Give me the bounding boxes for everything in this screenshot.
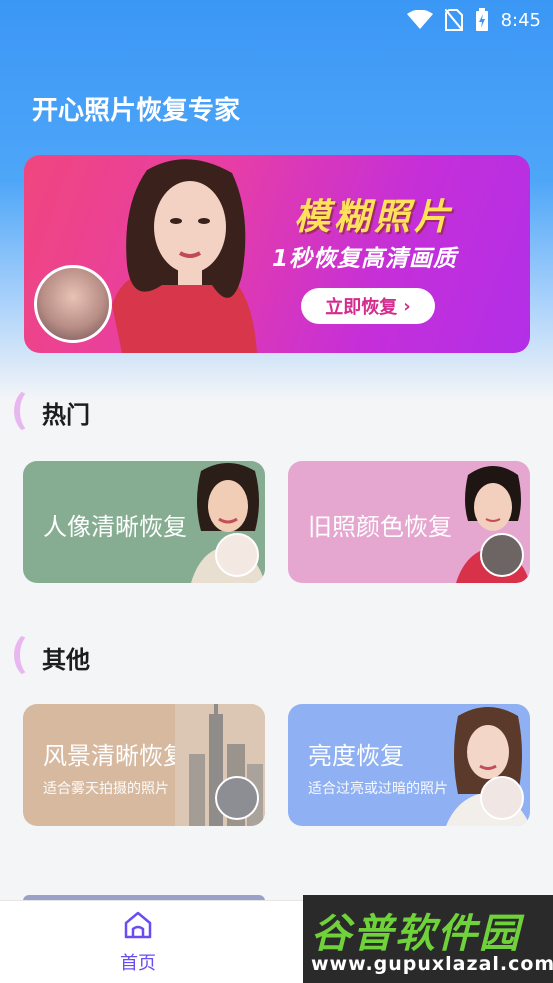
- blurred-face-thumbnail: [34, 265, 112, 343]
- restore-now-button[interactable]: 立即恢复 ›: [301, 288, 435, 324]
- card-title: 人像清晰恢复: [43, 513, 187, 541]
- wifi-icon: [406, 10, 433, 30]
- home-icon: [124, 911, 152, 939]
- tab-home[interactable]: 首页: [108, 909, 168, 975]
- card-title: 旧照颜色恢复: [308, 513, 452, 541]
- card-title: 亮度恢复: [308, 742, 404, 770]
- card-avatar-thumbnail: [480, 533, 524, 577]
- promo-banner[interactable]: 模糊照片 1秒恢复高清画质 立即恢复 ›: [24, 155, 530, 353]
- watermark-url: www.gupuxlazal.com: [311, 953, 553, 975]
- card-portrait-clear[interactable]: 人像清晰恢复: [23, 461, 265, 583]
- banner-subtitle: 1秒恢复高清画质: [272, 246, 458, 272]
- restore-now-label: 立即恢复: [325, 297, 398, 318]
- banner-title: 模糊照片: [294, 197, 455, 238]
- card-subtitle: 适合雾天拍摄的照片: [43, 781, 169, 797]
- status-bar: 8:45: [0, 0, 553, 40]
- card-avatar-thumbnail: [215, 776, 259, 820]
- card-title: 风景清晰恢复: [43, 742, 187, 770]
- clock-time: 8:45: [500, 9, 541, 31]
- card-landscape-clear[interactable]: 风景清晰恢复 适合雾天拍摄的照片: [23, 704, 265, 826]
- section-title-other: 其他: [42, 646, 90, 674]
- watermark-logo: 谷普软件园 www.gupuxlazal.com: [303, 895, 553, 983]
- card-avatar-thumbnail: [215, 533, 259, 577]
- card-old-photo-color[interactable]: 旧照颜色恢复: [288, 461, 530, 583]
- section-title-hot: 热门: [42, 401, 90, 429]
- card-brightness[interactable]: 亮度恢复 适合过亮或过暗的照片: [288, 704, 530, 826]
- chevron-right-icon: ›: [403, 295, 411, 317]
- tab-home-label: 首页: [120, 953, 156, 974]
- card-subtitle: 适合过亮或过暗的照片: [308, 781, 448, 797]
- page-title: 开心照片恢复专家: [32, 96, 241, 126]
- no-sim-icon: [444, 9, 463, 31]
- banner-woman-photo: [112, 159, 257, 353]
- card-avatar-thumbnail: [480, 776, 524, 820]
- battery-charging-icon: [475, 8, 489, 32]
- watermark-big-text: 谷普软件园: [311, 911, 521, 957]
